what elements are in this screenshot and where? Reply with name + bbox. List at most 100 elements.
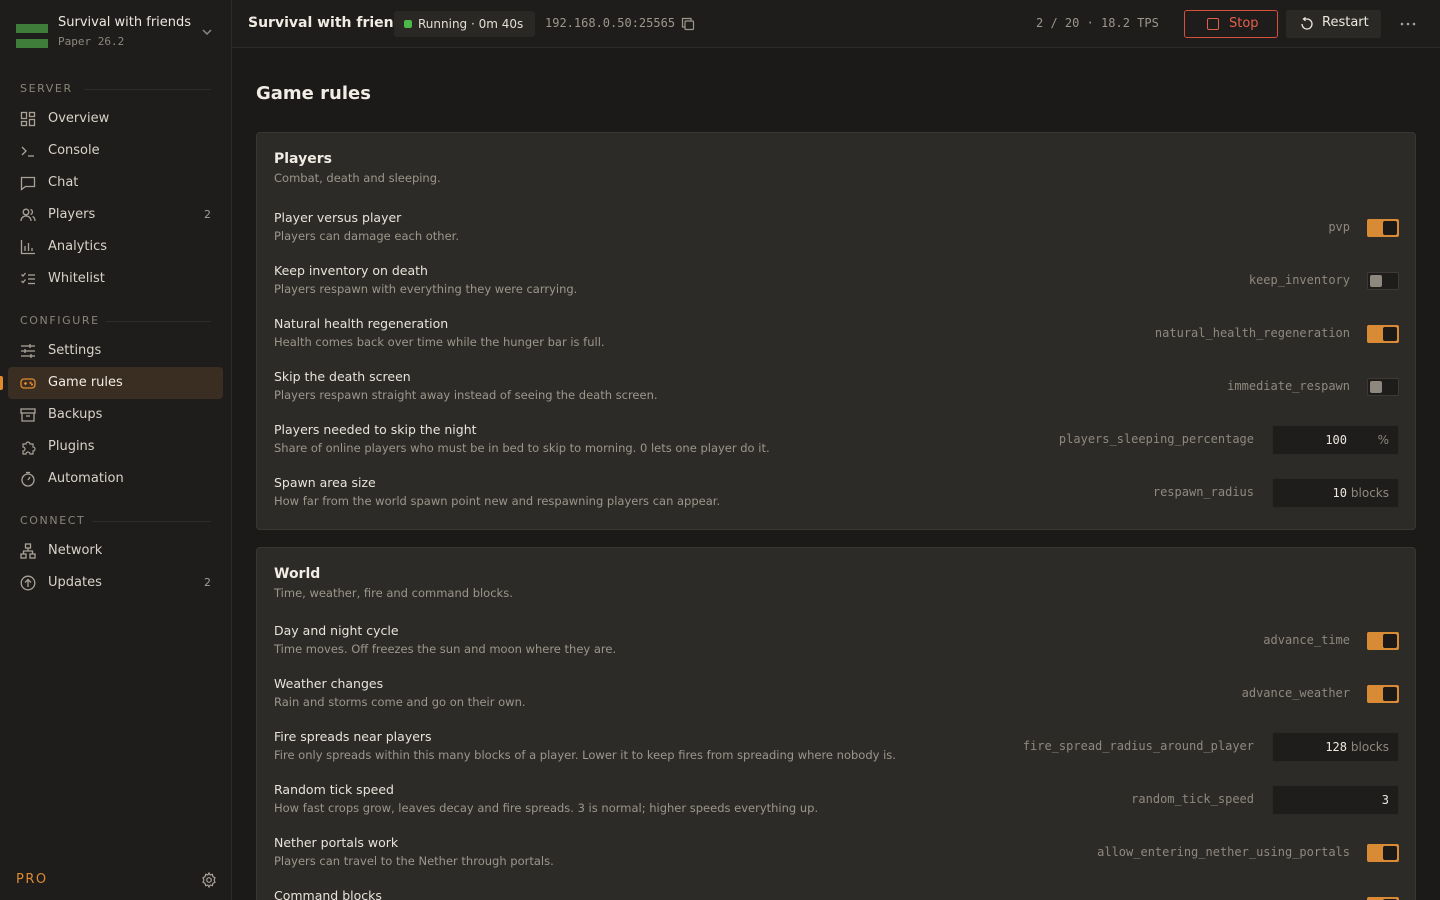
- rule-description: How far from the world spawn point new a…: [274, 494, 721, 508]
- sidebar-item-overview[interactable]: Overview: [8, 103, 223, 135]
- section-label-connect: CONNECT: [20, 514, 86, 527]
- rule-key: natural_health_regeneration: [1154, 326, 1350, 340]
- rule-key: advance_weather: [1241, 686, 1350, 700]
- rule-key: pvp: [1328, 220, 1350, 234]
- rule-key: respawn_radius: [1152, 485, 1254, 499]
- input-value: 10: [1332, 486, 1347, 500]
- server-name: Survival with friends: [58, 15, 192, 30]
- checklist-icon: [21, 272, 35, 285]
- rule-key: allow_entering_nether_using_portals: [1097, 845, 1350, 859]
- sidebar-item-chat[interactable]: Chat: [8, 167, 223, 199]
- rule-title: Random tick speed: [274, 782, 394, 797]
- server-version: Paper 26.2: [58, 35, 125, 48]
- rule-description: Health comes back over time while the hu…: [274, 335, 605, 349]
- rule-key: advance_time: [1263, 633, 1350, 647]
- sidebar-item-label: Overview: [48, 111, 110, 126]
- rule-description: Players can damage each other.: [274, 229, 459, 243]
- rule-row: Fire spreads near players Fire only spre…: [257, 725, 1415, 778]
- stop-icon: [1207, 18, 1219, 30]
- gear-icon[interactable]: [201, 872, 217, 888]
- grid-icon: [20, 111, 36, 127]
- stop-button[interactable]: Stop: [1184, 10, 1278, 38]
- rule-row: Spawn area size How far from the world s…: [257, 471, 1415, 524]
- sleeping-percentage-input[interactable]: 100 %: [1272, 425, 1399, 455]
- section-label-server: SERVER: [20, 82, 73, 95]
- divider: [84, 89, 211, 90]
- rule-description: Fire only spreads within this many block…: [274, 748, 896, 762]
- divider: [106, 321, 211, 322]
- sidebar-item-plugins[interactable]: Plugins: [8, 431, 223, 463]
- input-value: 128: [1325, 740, 1347, 754]
- users-icon: [20, 208, 36, 222]
- rule-key: random_tick_speed: [1131, 792, 1254, 806]
- count-badge: 2: [204, 576, 211, 589]
- sidebar-item-whitelist[interactable]: Whitelist: [8, 263, 223, 295]
- sidebar-item-settings[interactable]: Settings: [8, 335, 223, 367]
- random-tick-speed-input[interactable]: 3: [1272, 785, 1399, 815]
- sidebar-item-label: Backups: [48, 407, 103, 422]
- server-title: Survival with friends: [248, 15, 413, 31]
- advance-weather-toggle[interactable]: [1367, 685, 1399, 703]
- rule-row: Player versus player Players can damage …: [257, 206, 1415, 259]
- sidebar-item-label: Updates: [48, 575, 102, 590]
- restart-label: Restart: [1322, 15, 1369, 30]
- sidebar-item-label: Game rules: [48, 375, 123, 390]
- sidebar-item-label: Network: [48, 543, 103, 558]
- sidebar-item-players[interactable]: Players 2: [8, 199, 223, 231]
- sidebar-item-label: Analytics: [48, 239, 108, 254]
- input-value: 100: [1325, 433, 1347, 447]
- advance-time-toggle[interactable]: [1367, 632, 1399, 650]
- sidebar-item-label: Chat: [48, 175, 79, 190]
- chevron-down-icon: [202, 29, 212, 36]
- sidebar-item-automation[interactable]: Automation: [8, 463, 223, 495]
- sidebar-item-label: Whitelist: [48, 271, 105, 286]
- sidebar-item-network[interactable]: Network: [8, 535, 223, 567]
- more-icon[interactable]: [1398, 14, 1418, 34]
- sidebar-item-backups[interactable]: Backups: [8, 399, 223, 431]
- rule-description: Share of online players who must be in b…: [274, 441, 770, 455]
- server-logo-icon: [16, 24, 48, 48]
- rule-key: players_sleeping_percentage: [1058, 432, 1254, 446]
- card-subtitle: Time, weather, fire and command blocks.: [274, 586, 513, 600]
- sidebar-item-analytics[interactable]: Analytics: [8, 231, 223, 263]
- rule-row: Random tick speed How fast crops grow, l…: [257, 778, 1415, 831]
- sidebar-item-label: Players: [48, 207, 96, 222]
- rule-description: How fast crops grow, leaves decay and fi…: [274, 801, 819, 815]
- rule-row: Command blocks: [257, 884, 1415, 900]
- nether-portals-toggle[interactable]: [1367, 844, 1399, 862]
- server-switcher[interactable]: Survival with friends Paper 26.2: [0, 0, 231, 64]
- arrow-up-circle-icon: [20, 575, 36, 591]
- stop-label: Stop: [1229, 16, 1259, 31]
- rule-description: Rain and storms come and go on their own…: [274, 695, 526, 709]
- rule-title: Player versus player: [274, 210, 402, 225]
- section-label-configure: CONFIGURE: [20, 314, 100, 327]
- pvp-toggle[interactable]: [1367, 219, 1399, 237]
- immediate-respawn-toggle[interactable]: [1367, 378, 1399, 396]
- restart-button[interactable]: Restart: [1286, 10, 1381, 38]
- fire-spread-radius-input[interactable]: 128 blocks: [1272, 732, 1399, 762]
- rule-description: Players respawn with everything they wer…: [274, 282, 578, 296]
- rule-title: Nether portals work: [274, 835, 399, 850]
- sidebar-item-label: Automation: [48, 471, 124, 486]
- rule-key: fire_spread_radius_around_player: [1022, 739, 1254, 753]
- server-address: 192.168.0.50:25565: [545, 16, 676, 30]
- sidebar-item-updates[interactable]: Updates 2: [8, 567, 223, 599]
- rule-title: Skip the death screen: [274, 369, 411, 384]
- respawn-radius-input[interactable]: 10 blocks: [1272, 478, 1399, 508]
- sidebar-item-game-rules[interactable]: Game rules: [8, 367, 223, 399]
- rule-title: Fire spreads near players: [274, 729, 432, 744]
- divider: [92, 521, 211, 522]
- card-title: World: [274, 566, 321, 582]
- plan-badge: PRO: [16, 872, 48, 887]
- copy-icon[interactable]: [681, 17, 695, 31]
- status-badge: Running · 0m 40s: [394, 11, 536, 37]
- sidebar: Survival with friends Paper 26.2 SERVER …: [0, 0, 232, 900]
- card-subtitle: Combat, death and sleeping.: [274, 171, 441, 185]
- sidebar-item-console[interactable]: Console: [8, 135, 223, 167]
- card-title: Players: [274, 151, 332, 167]
- rule-row: Players needed to skip the night Share o…: [257, 418, 1415, 471]
- natural-regeneration-toggle[interactable]: [1367, 325, 1399, 343]
- keep-inventory-toggle[interactable]: [1367, 272, 1399, 290]
- card-players: Players Combat, death and sleeping. Play…: [256, 132, 1416, 530]
- puzzle-icon: [22, 441, 36, 455]
